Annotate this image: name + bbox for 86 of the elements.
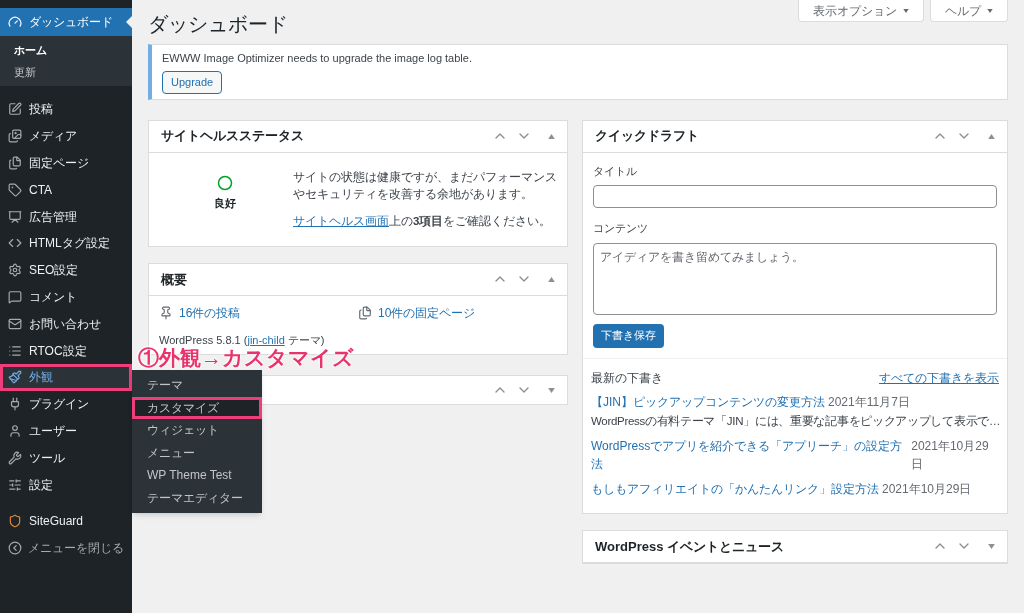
panel-title: WordPress イベントとニュース xyxy=(595,537,784,556)
stat-link[interactable]: 16件の投稿 xyxy=(179,303,241,322)
screen-options-button[interactable]: 表示オプション xyxy=(798,0,924,22)
draft-link[interactable]: WordPressでアプリを紹介できる「アプリーチ」の設定方法 xyxy=(591,436,909,473)
sidebar-item[interactable]: メディア xyxy=(0,122,132,150)
content-input[interactable]: アイディアを書き留めてみましょう。 xyxy=(593,242,997,315)
submenu-item[interactable]: ウィジェット xyxy=(132,419,262,442)
triangle-down-icon[interactable] xyxy=(903,8,909,13)
submenu-item[interactable]: WP Theme Test xyxy=(132,464,262,487)
site-health-link[interactable]: サイトヘルス画面 xyxy=(293,214,389,227)
status-ring-icon xyxy=(217,174,233,191)
submenu-item[interactable]: メニュー xyxy=(132,441,262,464)
triangle-down-icon[interactable] xyxy=(987,8,993,13)
sidebar-item[interactable]: SiteGuard xyxy=(0,507,132,535)
sidebar-item[interactable]: ツール xyxy=(0,444,132,472)
sidebar-item[interactable]: プラグイン xyxy=(0,390,132,418)
draft-link[interactable]: 【JIN】ピックアップコンテンツの変更方法 xyxy=(591,392,825,411)
annotation-text: ①外観→カスタマイズ xyxy=(138,346,354,370)
stat-link[interactable]: 10件の固定ページ xyxy=(378,303,476,322)
view-all-drafts-link[interactable]: すべての下書きを表示 xyxy=(879,368,999,387)
board-icon xyxy=(8,209,22,224)
triangle-up-icon[interactable] xyxy=(548,133,555,139)
user-icon xyxy=(8,423,22,438)
page-title: ダッシュボード xyxy=(148,12,288,37)
pin-icon xyxy=(159,305,173,320)
shield-icon xyxy=(8,514,22,529)
gauge-icon xyxy=(8,15,22,29)
draft-date: 2021年11月7日 xyxy=(828,393,910,411)
images-icon xyxy=(8,129,22,144)
submenu-item[interactable]: 更新 xyxy=(14,63,118,80)
sidebar-item[interactable]: 固定ページ xyxy=(0,149,132,177)
pages-icon xyxy=(8,156,22,170)
version-text: WordPress 5.8.1 (jin-child テーマ) xyxy=(159,332,326,347)
panel-title: 概要 xyxy=(161,270,187,289)
upgrade-button[interactable]: Upgrade xyxy=(162,70,223,94)
sidebar-item[interactable]: 広告管理 xyxy=(0,203,132,230)
pen-square-icon xyxy=(8,102,22,117)
sidebar-item[interactable]: RTOC設定 xyxy=(0,337,132,364)
draft-link[interactable]: もしもアフィリエイトの「かんたんリンク」設定方法 xyxy=(591,479,879,498)
notice-text: EWWW Image Optimizer needs to upgrade the image log table. xyxy=(162,51,472,66)
collapse-menu-button[interactable]: メニューを閉じる xyxy=(0,534,132,562)
settings-icon xyxy=(8,263,22,278)
theme-link[interactable]: jin-child xyxy=(247,333,285,346)
tag-icon xyxy=(8,182,22,197)
draft-date: 2021年10月29日 xyxy=(882,480,972,498)
sliders-icon xyxy=(8,477,22,492)
collapse-icon xyxy=(8,541,22,556)
triangle-up-icon[interactable] xyxy=(988,133,995,139)
draft-date: 2021年10月29日 xyxy=(911,437,990,473)
envelope-icon xyxy=(8,316,22,331)
health-action-text: サイトヘルス画面上の3項目をご確認ください。 xyxy=(293,213,553,229)
submenu-item[interactable]: カスタマイズ xyxy=(132,396,262,419)
submenu-item[interactable]: テーマエディター xyxy=(132,486,262,509)
sidebar-item[interactable]: SEO設定 xyxy=(0,256,132,284)
plug-icon xyxy=(8,397,22,412)
triangle-down-icon[interactable] xyxy=(548,387,555,393)
submenu-item[interactable]: テーマ xyxy=(132,374,262,397)
sidebar-item[interactable]: ユーザー xyxy=(0,417,132,445)
submenu-item[interactable]: ホーム xyxy=(14,42,118,59)
panel-title: クイックドラフト xyxy=(595,127,699,146)
list-icon xyxy=(8,343,22,358)
sidebar-item[interactable]: CTA xyxy=(0,176,132,204)
sidebar-item[interactable]: 設定 xyxy=(0,471,132,498)
field-label: タイトル xyxy=(593,163,638,179)
pages-icon xyxy=(358,305,372,320)
sidebar-item[interactable]: HTMLタグ設定 xyxy=(0,230,132,257)
save-draft-button[interactable]: 下書き保存 xyxy=(593,323,664,348)
sidebar-item[interactable]: 投稿 xyxy=(0,96,132,123)
panel-title: サイトヘルスステータス xyxy=(161,127,304,146)
field-label: コンテンツ xyxy=(593,221,649,236)
paintbrush-icon xyxy=(8,370,22,385)
draft-excerpt: WordPressの有料テーマ「JIN」には、重要な記事をピックアップして表示で… xyxy=(591,413,999,430)
sidebar-item[interactable]: 外観 xyxy=(0,363,132,391)
triangle-up-icon[interactable] xyxy=(548,276,555,282)
speech-bubble-icon xyxy=(8,289,22,304)
title-input[interactable] xyxy=(593,185,997,208)
health-status: 良好 xyxy=(214,195,236,211)
sidebar-item[interactable]: コメント xyxy=(0,283,132,311)
current-pointer-icon xyxy=(126,16,132,28)
triangle-down-icon[interactable] xyxy=(988,543,995,549)
wrench-icon xyxy=(8,450,22,465)
health-message: サイトの状態は健康ですが、まだパフォーマンスやセキュリティを改善する余地があります。 xyxy=(293,169,558,202)
sidebar-item[interactable]: お問い合わせ xyxy=(0,310,132,338)
sidebar-item[interactable]: ダッシュボード xyxy=(0,8,132,36)
help-button[interactable]: ヘルプ xyxy=(930,0,1008,22)
drafts-heading: 最新の下書き xyxy=(591,369,663,387)
